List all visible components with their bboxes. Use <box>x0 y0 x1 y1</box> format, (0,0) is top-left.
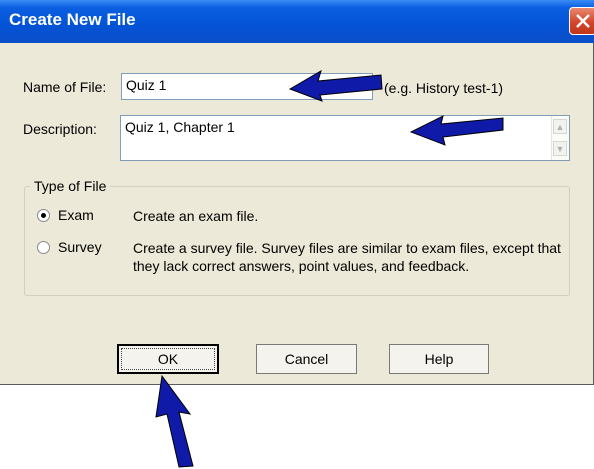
survey-description-line1: Create a survey file. Survey files are s… <box>133 240 561 256</box>
name-of-file-label: Name of File: <box>23 79 107 95</box>
cancel-button[interactable]: Cancel <box>256 344 357 374</box>
ok-button[interactable]: OK <box>117 344 219 374</box>
close-button[interactable] <box>569 7 594 35</box>
survey-label[interactable]: Survey <box>58 239 102 255</box>
scroll-up-icon[interactable]: ▲ <box>553 119 567 134</box>
type-of-file-label: Type of File <box>30 178 111 194</box>
dialog-title: Create New File <box>9 10 136 29</box>
annotation-arrow-name <box>288 69 383 102</box>
create-new-file-dialog: Create New File Name of File: Quiz 1 (e.… <box>0 0 594 385</box>
scroll-down-icon[interactable]: ▼ <box>553 141 567 156</box>
name-hint: (e.g. History test-1) <box>384 80 504 96</box>
description-scrollbar[interactable]: ▲ ▼ <box>551 116 569 160</box>
radio-selected-dot <box>41 213 46 218</box>
close-icon <box>576 14 590 28</box>
annotation-arrow-description <box>409 115 504 146</box>
description-label: Description: <box>23 121 97 137</box>
survey-description-line2: they lack correct answers, point values,… <box>133 258 470 274</box>
exam-label[interactable]: Exam <box>58 207 94 223</box>
exam-radio[interactable] <box>37 209 50 222</box>
description-text: Quiz 1, Chapter 1 <box>125 119 235 135</box>
annotation-arrow-ok <box>155 374 194 468</box>
survey-radio[interactable] <box>37 241 50 254</box>
help-button[interactable]: Help <box>389 344 489 374</box>
title-bar: Create New File <box>0 0 594 43</box>
exam-description: Create an exam file. <box>133 208 259 224</box>
